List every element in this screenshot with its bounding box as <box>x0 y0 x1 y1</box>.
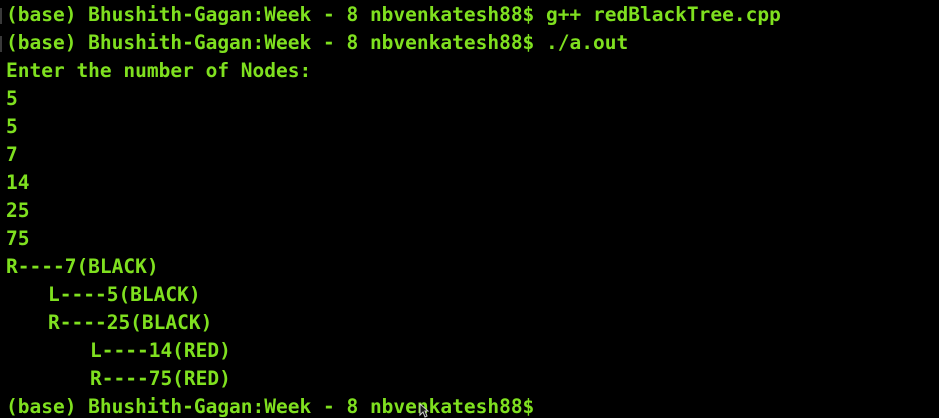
terminal-line-input: 7 <box>6 143 18 166</box>
terminal-line-input: 25 <box>6 199 30 222</box>
tree-output-node: R----75(RED) <box>90 367 231 390</box>
terminal-line-prompt-text: Enter the number of Nodes: <box>6 59 312 82</box>
tree-output-node: L----5(BLACK) <box>48 283 201 306</box>
tree-output-root: R----7(BLACK) <box>6 255 159 278</box>
terminal-line-input: 14 <box>6 171 30 194</box>
tree-output-node: L----14(RED) <box>90 339 231 362</box>
tree-output-node: R----25(BLACK) <box>48 311 213 334</box>
terminal-window[interactable]: (base) Bhushith-Gagan:Week - 8 nbvenkate… <box>0 0 939 418</box>
line-marker <box>0 8 2 24</box>
terminal-line-current-prompt[interactable]: (base) Bhushith-Gagan:Week - 8 nbvenkate… <box>6 393 534 418</box>
mouse-pointer-icon <box>419 403 429 418</box>
terminal-line-compile-command: (base) Bhushith-Gagan:Week - 8 nbvenkate… <box>6 3 781 26</box>
terminal-line-input: 5 <box>6 115 18 138</box>
terminal-line-run-command: (base) Bhushith-Gagan:Week - 8 nbvenkate… <box>6 31 629 54</box>
line-marker <box>0 36 2 52</box>
terminal-line-input: 75 <box>6 227 30 250</box>
terminal-line-input: 5 <box>6 87 18 110</box>
